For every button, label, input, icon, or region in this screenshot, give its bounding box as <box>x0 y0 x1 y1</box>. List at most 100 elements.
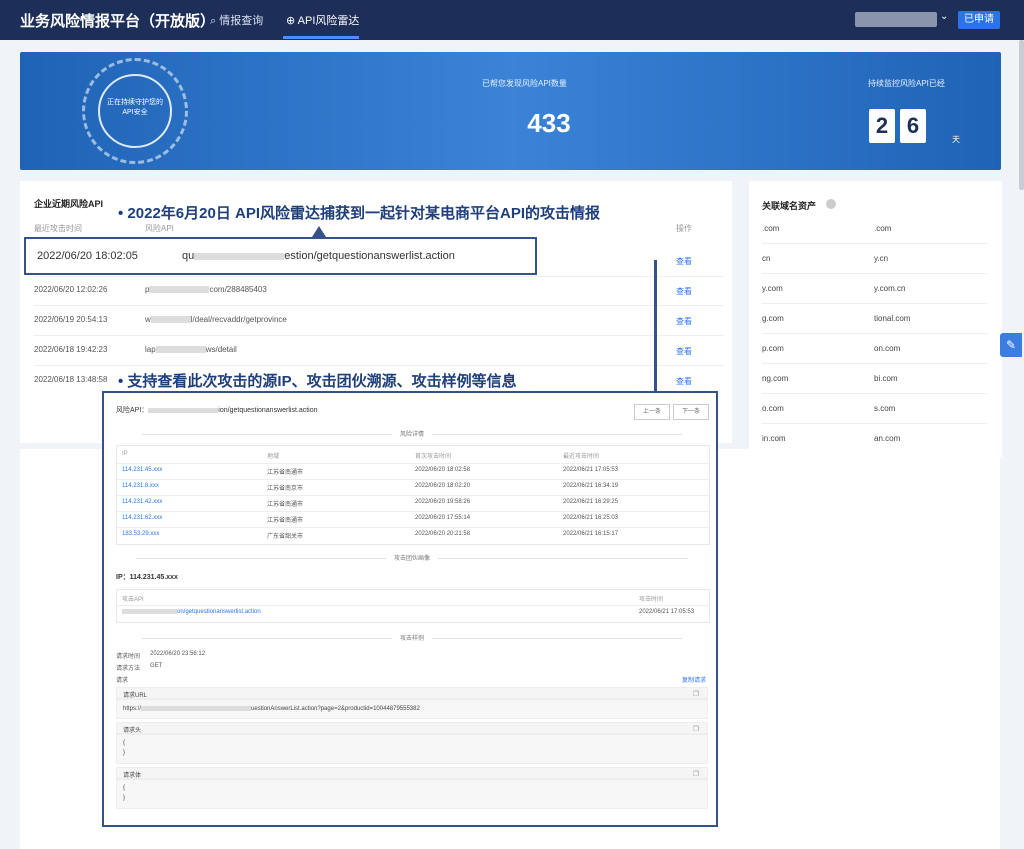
url-section-header[interactable]: 请求URL ❐ <box>116 687 708 699</box>
brace-close: } <box>123 795 126 801</box>
domain-item[interactable]: o.com <box>762 404 784 413</box>
domain-item[interactable]: y.com.cn <box>874 284 905 293</box>
gang-ip: IP：114.231.45.xxx <box>116 574 178 581</box>
ip-last: 2022/06/21 16:25:03 <box>563 515 619 521</box>
highlighted-attack-row[interactable]: 2022/06/20 18:02:05 qu estion/getquestion… <box>24 237 537 275</box>
req-method-value: GET <box>150 663 163 669</box>
detail-title-prefix: 风险API： <box>116 407 149 414</box>
gang-api-link[interactable]: on/getquestionanswerlist.action <box>122 609 261 615</box>
ip-link[interactable]: 114.231.45.xxx <box>122 467 162 473</box>
row-divider <box>762 243 987 244</box>
domain-item[interactable]: on.com <box>874 344 900 353</box>
headers-section-label: 请求头 <box>123 728 142 734</box>
row-divider <box>34 365 724 366</box>
view-link[interactable]: 查看 <box>676 376 692 387</box>
found-api-label: 已帮您发现风险API数量 <box>482 79 567 88</box>
domain-item[interactable]: y.cn <box>874 254 888 263</box>
domain-item[interactable]: cn <box>762 254 770 263</box>
copy-icon[interactable]: ❐ <box>693 770 699 778</box>
ip-first: 2022/06/20 19:58:26 <box>415 499 471 505</box>
guard-text: 正在持续守护您的 API安全 <box>100 98 170 118</box>
ip-link[interactable]: 114.231.8.xxx <box>122 483 159 489</box>
help-icon[interactable] <box>826 199 836 209</box>
th-attack-api: 攻击API <box>122 597 144 603</box>
brace-open: { <box>123 785 126 791</box>
section-attack-gang: 攻击团伙画像 <box>116 553 708 562</box>
redacted-block <box>141 706 252 711</box>
ip-link[interactable]: 114.231.42.xxx <box>122 499 162 505</box>
url-section-label: 请求URL <box>123 693 148 699</box>
col-header-action: 操作 <box>676 224 692 233</box>
nav-api-radar[interactable]: ⊕ API风险雷达 <box>286 12 359 28</box>
brand-title: 业务风险情报平台（开放版） <box>20 13 216 30</box>
row-divider <box>117 527 709 528</box>
row-time: 2022/06/20 12:02:26 <box>34 285 108 294</box>
headers-section-header[interactable]: 请求头 ❐ <box>116 722 708 734</box>
col-header-time: 最近攻击时间 <box>34 224 82 233</box>
api-prefix: qu <box>182 250 195 262</box>
copy-icon[interactable]: ❐ <box>693 690 699 698</box>
brace-close: } <box>123 750 126 756</box>
ip-link[interactable]: 183.53.29.xxx <box>122 531 159 537</box>
ip-region: 江苏省南通市 <box>267 502 304 508</box>
domain-item[interactable]: .com <box>874 224 891 233</box>
row-divider <box>762 273 987 274</box>
api-suffix: estion/getquestionanswerlist.action <box>284 250 455 262</box>
domain-item[interactable]: p.com <box>762 344 784 353</box>
view-link[interactable]: 查看 <box>676 286 692 297</box>
section-risk-detail: 风险详情 <box>116 429 708 438</box>
next-button[interactable]: 下一条 <box>673 404 709 420</box>
domain-item[interactable]: g.com <box>762 314 784 323</box>
req-method-label: 请求方法 <box>116 666 141 672</box>
body-section-header[interactable]: 请求体 ❐ <box>116 767 708 779</box>
panel-title: 企业近期风险API <box>34 199 104 209</box>
copy-icon[interactable]: ❐ <box>693 725 699 733</box>
callout-notch <box>312 226 326 237</box>
domain-item[interactable]: an.com <box>874 434 900 443</box>
row-divider <box>762 393 987 394</box>
th-attack-time: 攻击时间 <box>639 597 664 603</box>
view-link[interactable]: 查看 <box>676 316 692 327</box>
ip-region: 江苏省南通市 <box>267 470 304 476</box>
callout-details: • 支持查看此次攻击的源IP、攻击团伙溯源、攻击样例等信息 <box>118 370 517 391</box>
domain-item[interactable]: bi.com <box>874 374 898 383</box>
url-suffix: uestionAnswerList.action?page=2&producti… <box>251 706 420 713</box>
applied-button[interactable]: 已申请 <box>958 11 1000 29</box>
brace-open: { <box>123 740 126 746</box>
row-time: 2022/06/19 20:54:13 <box>34 315 108 324</box>
copy-request-link[interactable]: 复制请求 <box>682 675 706 684</box>
col-header-api: 风险API <box>145 224 174 233</box>
nav-intel-query[interactable]: ⌕ 情报查询 <box>210 12 263 28</box>
domain-item[interactable]: tional.com <box>874 314 910 323</box>
top-navbar: 业务风险情报平台（开放版） ⌕ 情报查询 ⊕ API风险雷达 ⌄ 已申请 <box>0 0 1024 40</box>
page-scrollbar[interactable] <box>1019 40 1024 190</box>
domain-item[interactable]: y.com <box>762 284 783 293</box>
body-section-label: 请求体 <box>123 773 142 779</box>
view-link[interactable]: 查看 <box>676 256 692 267</box>
row-divider <box>34 335 724 336</box>
row-divider <box>762 303 987 304</box>
chevron-down-icon[interactable]: ⌄ <box>940 11 948 22</box>
view-link[interactable]: 查看 <box>676 346 692 357</box>
user-account-name[interactable] <box>855 12 937 27</box>
domain-item[interactable]: ng.com <box>762 374 788 383</box>
body-content: { } <box>116 779 708 809</box>
domain-item[interactable]: in.com <box>762 434 786 443</box>
ip-region: 广东省韶关市 <box>267 534 304 540</box>
row-divider <box>117 495 709 496</box>
related-domains-panel: 关联域名资产 .com .com cn y.cn y.com y.com.cn … <box>749 181 1002 457</box>
domain-item[interactable]: s.com <box>874 404 895 413</box>
ip-link[interactable]: 114.231.62.xxx <box>122 515 162 521</box>
url-value: https:// uestionAnswerList.action?page=2&… <box>123 706 420 712</box>
ip-first: 2022/06/20 17:55:14 <box>415 515 471 521</box>
row-divider <box>762 363 987 364</box>
feedback-edit-icon[interactable]: ✎ <box>1000 333 1022 357</box>
api-suffix: ws/detail <box>205 345 237 354</box>
url-prefix: https:// <box>123 706 142 713</box>
prev-button[interactable]: 上一条 <box>634 404 670 420</box>
row-divider <box>117 605 709 606</box>
redacted-block <box>122 609 177 614</box>
ip-last: 2022/06/21 16:15:17 <box>563 531 619 537</box>
domain-item[interactable]: .com <box>762 224 779 233</box>
row-api: w l/deal/recvaddr/getprovince <box>145 315 287 324</box>
